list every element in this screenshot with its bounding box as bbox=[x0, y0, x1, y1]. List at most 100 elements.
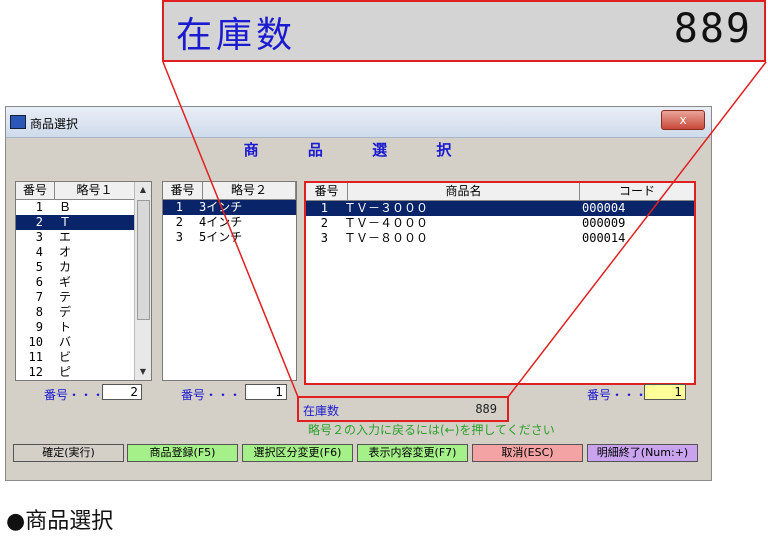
list-cell-no: 1 bbox=[320, 201, 328, 215]
list-cell-no: 3 bbox=[320, 231, 328, 245]
list-item[interactable]: 10 バ bbox=[16, 335, 151, 350]
title-bar: 商品選択 x bbox=[6, 107, 711, 138]
list-cell-no: 2 bbox=[175, 215, 183, 229]
list-cell-name: ト bbox=[59, 320, 72, 334]
list-item[interactable]: 4オ bbox=[16, 245, 151, 260]
list-rows: 1 Ｂ 2 Ｔ 3 エ 4 オ 5 カ 6 ギ 7 テ 8 デ 9 ト 10 バ 11 ビ 12 ピ bbox=[16, 200, 151, 380]
list-cell-name: カ bbox=[59, 260, 72, 274]
caption: ●商品選択 bbox=[6, 509, 114, 534]
list-item[interactable]: 3エ bbox=[16, 230, 151, 245]
stock-value: 889 bbox=[475, 402, 497, 416]
list-cell-name: ピ bbox=[59, 365, 72, 379]
list-item[interactable]: 6ギ bbox=[16, 275, 151, 290]
list-rows: 1 ＴＶ－３０００ 000004 2 ＴＶ－４０００ 000009 3 ＴＶ－８０００ 0000… bbox=[306, 201, 694, 246]
list-item[interactable]: 2 ＴＶ－４０００ 000009 bbox=[306, 216, 694, 231]
list-cell-no: 4 bbox=[35, 245, 43, 259]
abbrev2-list[interactable]: 番号 略号２ 1 3インチ 2 4インチ 3 5インチ bbox=[162, 181, 297, 381]
cancel-button[interactable]: 取消(ESC) bbox=[472, 444, 583, 462]
page-heading: 商 品 選 択 bbox=[243, 141, 474, 159]
list-header: 番号 商品名 コード bbox=[306, 183, 694, 201]
list-rows: 1 3インチ 2 4インチ 3 5インチ bbox=[163, 200, 296, 245]
list-cell-name: オ bbox=[59, 245, 72, 259]
list-cell-name: ＴＶ－８０００ bbox=[344, 231, 429, 245]
list-item[interactable]: 7テ bbox=[16, 290, 151, 305]
list-cell-name: バ bbox=[59, 335, 72, 349]
scroll-down-icon[interactable]: ▼ bbox=[135, 364, 151, 380]
list-cell-no: 10 bbox=[28, 335, 43, 349]
list2-number-label: 番号・・・ bbox=[181, 388, 242, 402]
col-header-number[interactable]: 番号 bbox=[163, 182, 203, 199]
list-cell-no: 9 bbox=[35, 320, 43, 334]
list-cell-name: Ｂ bbox=[59, 200, 72, 214]
list-cell-no: 2 bbox=[320, 216, 328, 230]
list2-number-input[interactable]: 1 bbox=[245, 384, 287, 400]
list-cell-name: ＴＶ－４０００ bbox=[344, 216, 429, 230]
list-cell-no: 8 bbox=[35, 305, 43, 319]
list-item[interactable]: 1Ｂ bbox=[16, 200, 151, 215]
zoom-stock-label: 在庫数 bbox=[176, 15, 297, 56]
vertical-scrollbar[interactable]: ▲ ▼ bbox=[134, 182, 151, 380]
stock-label: 在庫数 bbox=[303, 404, 340, 418]
abbrev1-list[interactable]: 番号 略号１ 1 Ｂ 2 Ｔ 3 エ 4 オ 5 カ 6 ギ 7 テ 8 デ 9 ト 10 バ 11 ビ 12 ピ ▲ ▼ bbox=[15, 181, 152, 381]
list-cell-no: 7 bbox=[35, 290, 43, 304]
list-cell-name: Ｔ bbox=[59, 215, 72, 229]
list-cell-code: 000009 bbox=[582, 216, 626, 230]
list-item[interactable]: 12 ピ bbox=[16, 365, 151, 380]
finish-details-button[interactable]: 明細終了(Num:+) bbox=[587, 444, 698, 462]
app-icon bbox=[10, 115, 26, 129]
window-title: 商品選択 bbox=[30, 117, 79, 131]
list-cell-code: 000014 bbox=[582, 231, 626, 245]
list-cell-name: 3インチ bbox=[199, 200, 243, 214]
register-product-button[interactable]: 商品登録(F5) bbox=[127, 444, 238, 462]
list-cell-name: ＴＶ－３０００ bbox=[344, 201, 429, 215]
list-cell-name: ビ bbox=[59, 350, 72, 364]
list-item[interactable]: 3 5インチ bbox=[163, 230, 296, 245]
list-item[interactable]: 2Ｔ bbox=[16, 215, 151, 230]
list1-number-label: 番号・・・ bbox=[44, 388, 105, 402]
zoom-stock-value: 889 bbox=[673, 6, 752, 52]
col-header-code[interactable]: コード bbox=[580, 183, 694, 200]
list-cell-name: エ bbox=[59, 230, 72, 244]
list-cell-no: 1 bbox=[35, 200, 43, 214]
scroll-up-icon[interactable]: ▲ bbox=[135, 182, 151, 198]
status-hint: 略号２の入力に戻るには(←)を押してください bbox=[308, 423, 555, 437]
list-cell-no: 11 bbox=[28, 350, 43, 364]
list-cell-no: 3 bbox=[35, 230, 43, 244]
product-list[interactable]: 番号 商品名 コード 1 ＴＶ－３０００ 000004 2 ＴＶ－４０００ 000009 3… bbox=[304, 181, 696, 385]
list-cell-name: ギ bbox=[59, 275, 72, 289]
col-header-abbrev2[interactable]: 略号２ bbox=[203, 182, 296, 199]
product-number-input[interactable]: 1 bbox=[644, 384, 686, 400]
list-cell-name: テ bbox=[59, 290, 72, 304]
zoom-callout: 在庫数 889 bbox=[162, 0, 766, 62]
list-cell-no: 3 bbox=[175, 230, 183, 244]
col-header-product-name[interactable]: 商品名 bbox=[348, 183, 580, 200]
list-header: 番号 略号１ bbox=[16, 182, 151, 200]
list-cell-code: 000004 bbox=[582, 201, 626, 215]
list-cell-no: 6 bbox=[35, 275, 43, 289]
list-item[interactable]: 1 3インチ bbox=[163, 200, 296, 215]
list-item[interactable]: 11 ビ bbox=[16, 350, 151, 365]
list-cell-no: 5 bbox=[35, 260, 43, 274]
col-header-number[interactable]: 番号 bbox=[306, 183, 348, 200]
col-header-number[interactable]: 番号 bbox=[16, 182, 55, 199]
list-item[interactable]: 3 ＴＶ－８０００ 000014 bbox=[306, 231, 694, 246]
list-item[interactable]: 2 4インチ bbox=[163, 215, 296, 230]
list-cell-name: 4インチ bbox=[199, 215, 243, 229]
list-item[interactable]: 8デ bbox=[16, 305, 151, 320]
product-number-label: 番号・・・ bbox=[587, 388, 648, 402]
list-cell-no: 2 bbox=[35, 215, 43, 229]
list-cell-name: デ bbox=[59, 305, 72, 319]
stock-display: 在庫数 889 bbox=[297, 396, 509, 422]
change-display-button[interactable]: 表示内容変更(F7) bbox=[357, 444, 468, 462]
list1-number-input[interactable]: 2 bbox=[102, 384, 142, 400]
confirm-button[interactable]: 確定(実行) bbox=[13, 444, 124, 462]
col-header-abbrev1[interactable]: 略号１ bbox=[55, 182, 135, 199]
list-cell-name: 5インチ bbox=[199, 230, 243, 244]
close-button[interactable]: x bbox=[661, 110, 705, 130]
list-header: 番号 略号２ bbox=[163, 182, 296, 200]
list-item[interactable]: 1 ＴＶ－３０００ 000004 bbox=[306, 201, 694, 216]
list-item[interactable]: 9ト bbox=[16, 320, 151, 335]
scroll-thumb[interactable] bbox=[137, 200, 150, 320]
change-selection-button[interactable]: 選択区分変更(F6) bbox=[242, 444, 353, 462]
list-item[interactable]: 5カ bbox=[16, 260, 151, 275]
